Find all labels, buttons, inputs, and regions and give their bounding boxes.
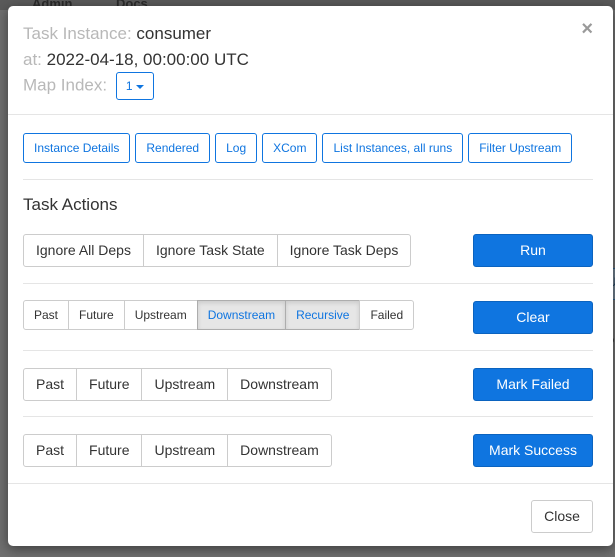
- execution-date: at: 2022-04-18, 00:00:00 UTC: [23, 49, 249, 71]
- ignore-all-deps-toggle[interactable]: Ignore All Deps: [23, 234, 144, 267]
- log-button[interactable]: Log: [215, 133, 258, 163]
- task-actions-title: Task Actions: [23, 195, 118, 214]
- at-value: 2022-04-18, 00:00:00 UTC: [46, 50, 249, 69]
- success-future-toggle[interactable]: Future: [76, 434, 143, 467]
- list-instances-button[interactable]: List Instances, all runs: [322, 133, 464, 163]
- failed-upstream-toggle[interactable]: Upstream: [141, 368, 229, 401]
- success-past-toggle[interactable]: Past: [23, 434, 78, 467]
- page-title: Task Instance: consumer: [23, 23, 211, 45]
- divider: [23, 416, 593, 417]
- rendered-button[interactable]: Rendered: [135, 133, 211, 163]
- map-index-label: Map Index:: [23, 75, 108, 95]
- modal-footer-divider: [8, 483, 613, 484]
- mark-failed-button[interactable]: Mark Failed: [473, 368, 593, 401]
- mark-success-button[interactable]: Mark Success: [473, 434, 593, 467]
- task-instance-label: Task Instance:: [23, 24, 132, 43]
- divider: [23, 283, 593, 284]
- clear-button[interactable]: Clear: [473, 301, 593, 334]
- task-instance-value: consumer: [136, 24, 212, 43]
- clear-downstream-toggle[interactable]: Downstream: [196, 300, 287, 330]
- ignore-task-state-toggle[interactable]: Ignore Task State: [142, 234, 278, 267]
- failed-future-toggle[interactable]: Future: [76, 368, 143, 401]
- ignore-task-deps-toggle[interactable]: Ignore Task Deps: [276, 234, 412, 267]
- failed-past-toggle[interactable]: Past: [23, 368, 78, 401]
- modal-header: Task Instance: consumer at: 2022-04-18, …: [8, 6, 613, 115]
- success-upstream-toggle[interactable]: Upstream: [141, 434, 229, 467]
- mark-failed-options-group: Past Future Upstream Downstream: [23, 368, 332, 401]
- instance-details-button[interactable]: Instance Details: [23, 133, 131, 163]
- success-downstream-toggle[interactable]: Downstream: [227, 434, 332, 467]
- at-label: at:: [23, 50, 42, 69]
- clear-past-toggle[interactable]: Past: [23, 300, 70, 330]
- failed-downstream-toggle[interactable]: Downstream: [227, 368, 332, 401]
- run-options-group: Ignore All Deps Ignore Task State Ignore…: [23, 234, 412, 267]
- task-links: Instance Details Rendered Log XCom List …: [23, 133, 573, 163]
- divider: [23, 350, 593, 351]
- task-instance-modal: Task Instance: consumer at: 2022-04-18, …: [8, 6, 613, 546]
- map-index-row: Map Index: 1: [23, 72, 154, 100]
- run-button[interactable]: Run: [473, 234, 593, 267]
- clear-upstream-toggle[interactable]: Upstream: [123, 300, 198, 330]
- filter-upstream-button[interactable]: Filter Upstream: [468, 133, 573, 163]
- clear-failed-toggle[interactable]: Failed: [359, 300, 415, 330]
- chevron-down-icon: [135, 84, 144, 89]
- clear-options-group: Past Future Upstream Downstream Recursiv…: [23, 300, 415, 330]
- close-button[interactable]: Close: [531, 500, 593, 533]
- xcom-button[interactable]: XCom: [262, 133, 318, 163]
- clear-future-toggle[interactable]: Future: [68, 300, 125, 330]
- map-index-dropdown[interactable]: 1: [115, 72, 154, 100]
- map-index-value: 1: [125, 79, 133, 93]
- divider: [23, 179, 593, 180]
- clear-recursive-toggle[interactable]: Recursive: [285, 300, 361, 330]
- close-icon[interactable]: ×: [581, 19, 593, 39]
- mark-success-options-group: Past Future Upstream Downstream: [23, 434, 332, 467]
